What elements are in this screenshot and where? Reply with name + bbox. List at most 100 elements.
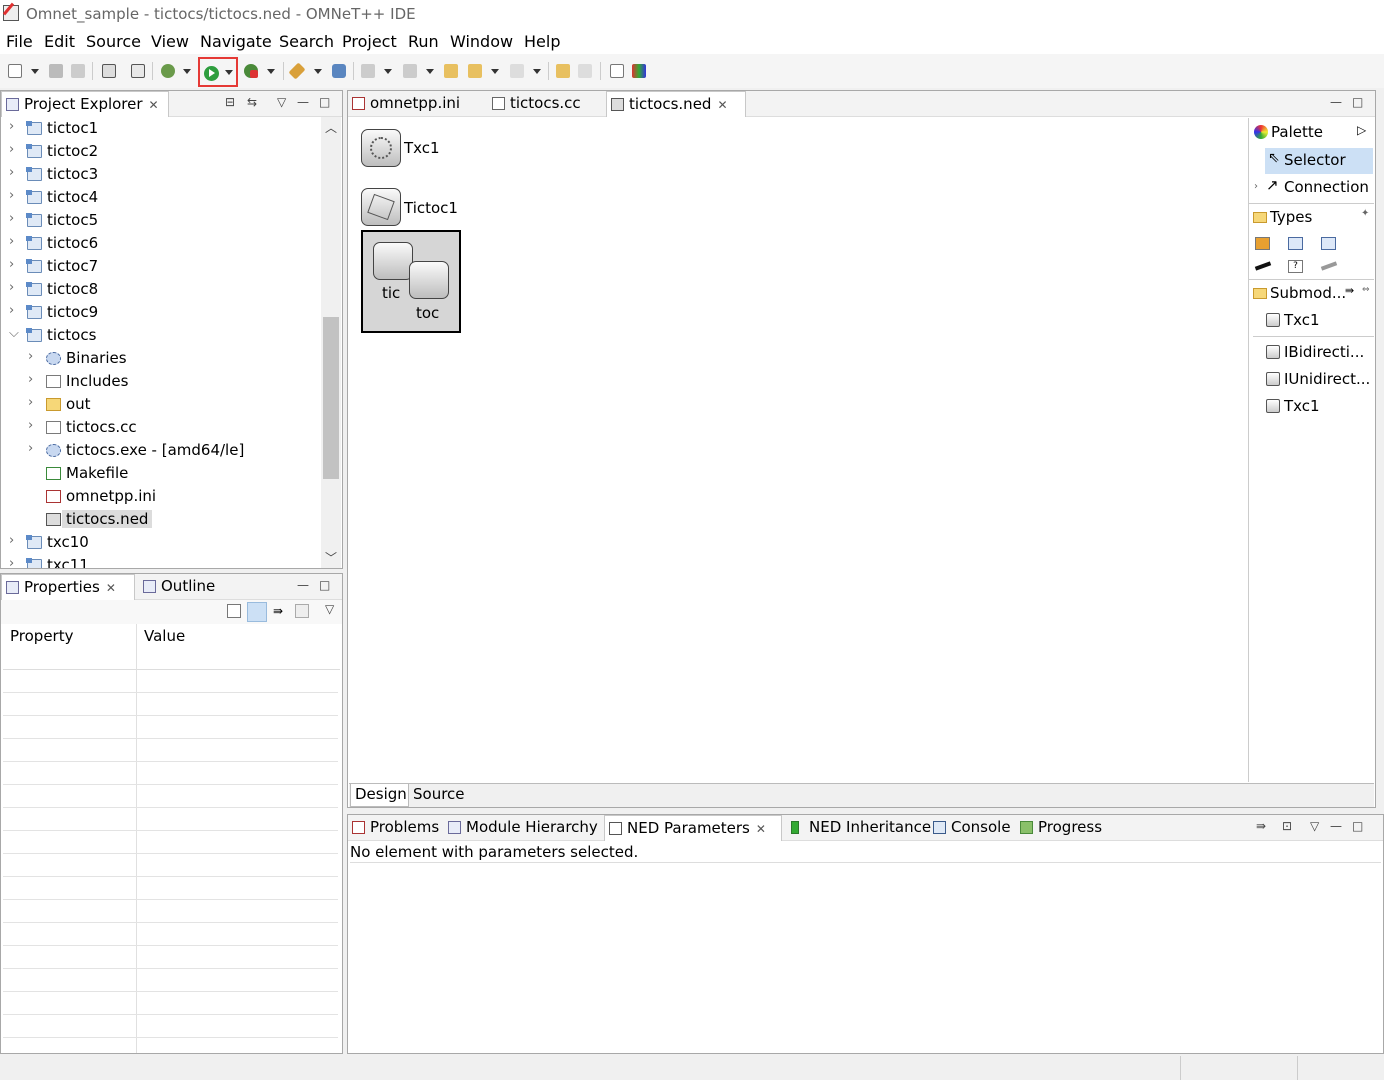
tab-project-explorer[interactable]: Project Explorer ✕ bbox=[1, 91, 169, 117]
forward-dropdown-icon[interactable] bbox=[533, 69, 541, 74]
view-menu-icon[interactable]: ▽ bbox=[277, 95, 286, 109]
chevron-right-icon[interactable]: › bbox=[28, 441, 33, 456]
submodule-txc1-second[interactable]: Txc1 bbox=[1249, 394, 1375, 420]
pin-icon[interactable]: ✦ bbox=[1361, 208, 1369, 219]
tree-item-out[interactable]: › out bbox=[1, 394, 321, 417]
debug-icon[interactable] bbox=[161, 64, 175, 78]
open-folder-icon[interactable] bbox=[332, 64, 346, 78]
minimize-icon[interactable]: — bbox=[1330, 819, 1342, 833]
minimize-icon[interactable]: — bbox=[297, 578, 309, 592]
tool-dropdown-icon[interactable] bbox=[314, 69, 322, 74]
menu-navigate[interactable]: Navigate bbox=[200, 32, 272, 51]
close-icon[interactable]: ✕ bbox=[106, 581, 116, 595]
chevron-right-icon[interactable]: › bbox=[9, 234, 14, 249]
submodules-drawer[interactable]: Submod... ⇛ ⇔ bbox=[1249, 281, 1375, 307]
tree-item-tictocs-ned[interactable]: tictocs.ned bbox=[1, 509, 321, 532]
tree-item-tictoc8[interactable]: › tictoc8 bbox=[1, 279, 321, 302]
tree-item-omnetpp-ini[interactable]: omnetpp.ini bbox=[1, 486, 321, 509]
minimize-icon[interactable]: — bbox=[297, 95, 309, 109]
debug-dropdown-icon[interactable] bbox=[183, 69, 191, 74]
menu-run[interactable]: Run bbox=[408, 32, 439, 51]
prev-annotation-icon[interactable] bbox=[403, 64, 417, 78]
tab-outline[interactable]: Outline bbox=[139, 574, 221, 600]
tab-problems[interactable]: Problems bbox=[348, 815, 445, 841]
tab-properties[interactable]: Properties ✕ bbox=[1, 574, 135, 600]
compound-module-type-icon[interactable] bbox=[1288, 237, 1303, 250]
filter-advanced-icon[interactable]: ⇛ bbox=[273, 604, 283, 618]
menu-edit[interactable]: Edit bbox=[44, 32, 75, 51]
pin-icon[interactable]: ⊡ bbox=[1282, 819, 1292, 833]
chevron-right-icon[interactable]: › bbox=[9, 556, 14, 568]
back-dropdown-icon[interactable] bbox=[491, 69, 499, 74]
submodule-txc1[interactable]: Txc1 bbox=[1249, 308, 1375, 334]
tree-item-txc11[interactable]: › txc11 bbox=[1, 555, 321, 568]
tree-item-tictoc9[interactable]: › tictoc9 bbox=[1, 302, 321, 325]
tree-item-tictoc5[interactable]: › tictoc5 bbox=[1, 210, 321, 233]
tree-item-makefile[interactable]: Makefile bbox=[1, 463, 321, 486]
ned-design-canvas[interactable]: Txc1 Tictoc1 tic toc bbox=[349, 118, 1247, 782]
filter-icon[interactable]: ⇛ bbox=[1256, 819, 1266, 833]
restore-default-icon[interactable] bbox=[295, 604, 309, 618]
new-dropdown-icon[interactable] bbox=[31, 69, 39, 74]
tree-item-tictocs[interactable]: ⌵ tictocs bbox=[1, 325, 321, 348]
open-type-icon[interactable] bbox=[131, 64, 145, 78]
chevron-right-icon[interactable]: › bbox=[9, 280, 14, 295]
menu-view[interactable]: View bbox=[151, 32, 189, 51]
tab-tictocs-cc[interactable]: tictocs.cc bbox=[488, 91, 606, 117]
save-all-icon[interactable] bbox=[71, 64, 85, 78]
chevron-right-icon[interactable]: › bbox=[28, 395, 33, 410]
value-column-header[interactable]: Value bbox=[144, 627, 185, 645]
undo-icon[interactable] bbox=[556, 64, 570, 78]
redo-icon[interactable] bbox=[578, 64, 592, 78]
new-icon[interactable] bbox=[8, 64, 22, 78]
close-icon[interactable]: ✕ bbox=[717, 98, 727, 112]
selector-tool[interactable]: ⇖ Selector bbox=[1265, 148, 1373, 174]
next-annotation-dropdown-icon[interactable] bbox=[384, 69, 392, 74]
close-icon[interactable]: ✕ bbox=[149, 98, 159, 112]
tab-ned-parameters[interactable]: NED Parameters ✕ bbox=[604, 815, 782, 841]
run-button-highlight[interactable] bbox=[198, 57, 238, 87]
palette-toggle-icon[interactable]: ▷ bbox=[1357, 123, 1366, 137]
txc1-module-icon[interactable] bbox=[361, 129, 401, 167]
view-menu-icon[interactable]: ▽ bbox=[325, 602, 334, 616]
menu-project[interactable]: Project bbox=[342, 32, 397, 51]
prev-annotation-dropdown-icon[interactable] bbox=[426, 69, 434, 74]
palette-header[interactable]: Palette ▷ bbox=[1249, 120, 1375, 146]
chevron-right-icon[interactable]: › bbox=[9, 119, 14, 134]
tab-ned-inheritance[interactable]: NED Inheritance bbox=[787, 815, 937, 841]
submodule-ibidirectional[interactable]: IBidirecti... bbox=[1249, 340, 1375, 366]
connection-tool[interactable]: › ↗ Connection bbox=[1249, 175, 1375, 201]
run-icon[interactable] bbox=[204, 66, 219, 81]
tictoc1-network-icon[interactable] bbox=[361, 188, 401, 226]
channel-type-icon[interactable] bbox=[1254, 261, 1272, 271]
tree-item-tictoc3[interactable]: › tictoc3 bbox=[1, 164, 321, 187]
maximize-icon[interactable]: □ bbox=[319, 95, 330, 109]
chevron-right-icon[interactable]: › bbox=[28, 372, 33, 387]
scroll-up-icon[interactable]: ︿ bbox=[325, 119, 337, 136]
types-drawer[interactable]: Types ✦ bbox=[1249, 205, 1375, 231]
tree-item-binaries[interactable]: › Binaries bbox=[1, 348, 321, 371]
tree-item-includes[interactable]: › Includes bbox=[1, 371, 321, 394]
forward-icon[interactable] bbox=[510, 64, 524, 78]
chevron-right-icon[interactable]: › bbox=[9, 533, 14, 548]
tool-icon[interactable] bbox=[288, 62, 306, 80]
open-perspective-icon[interactable] bbox=[610, 64, 624, 78]
last-edit-icon[interactable] bbox=[444, 64, 458, 78]
chevron-right-icon[interactable]: › bbox=[9, 165, 14, 180]
close-icon[interactable]: ✕ bbox=[756, 822, 766, 836]
chevron-right-icon[interactable]: › bbox=[28, 349, 33, 364]
simple-module-type-icon[interactable] bbox=[1255, 237, 1270, 250]
maximize-icon[interactable]: □ bbox=[319, 578, 330, 592]
tree-item-tictocs-exe-amd64-le-[interactable]: › tictocs.exe - [amd64/le] bbox=[1, 440, 321, 463]
next-annotation-icon[interactable] bbox=[361, 64, 375, 78]
tree-item-tictoc4[interactable]: › tictoc4 bbox=[1, 187, 321, 210]
tree-item-tictoc7[interactable]: › tictoc7 bbox=[1, 256, 321, 279]
tree-item-tictoc2[interactable]: › tictoc2 bbox=[1, 141, 321, 164]
tree-item-tictoc6[interactable]: › tictoc6 bbox=[1, 233, 321, 256]
build-icon[interactable] bbox=[102, 64, 116, 78]
pin-icon[interactable] bbox=[227, 604, 241, 618]
maximize-icon[interactable]: □ bbox=[1352, 95, 1363, 109]
chevron-down-icon[interactable]: ⌵ bbox=[9, 326, 19, 341]
menu-file[interactable]: File bbox=[6, 32, 33, 51]
save-icon[interactable] bbox=[49, 64, 63, 78]
